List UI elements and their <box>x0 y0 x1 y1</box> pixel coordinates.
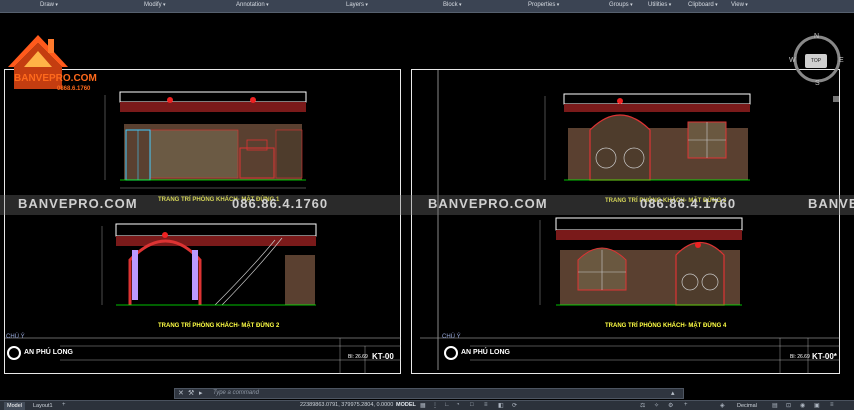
command-line[interactable]: ✕ ⚒ ▸ Type a command ▴ <box>174 388 684 399</box>
transparency-icon[interactable]: ◧ <box>498 402 504 409</box>
ribbon-panel-bar: Draw Modify Annotation Layers Block Prop… <box>0 0 854 24</box>
command-prompt-icon: ▸ <box>199 390 203 397</box>
hardware-accel-icon[interactable]: ◉ <box>800 402 805 409</box>
isolate-icon[interactable]: ◈ <box>720 402 725 409</box>
brand-name: BANVEPRO.COM <box>14 73 97 84</box>
company-logo-icon <box>7 346 21 360</box>
lock-icon[interactable]: ⊡ <box>786 402 791 409</box>
viewcube-menu-icon[interactable] <box>833 96 839 102</box>
selection-cycling-icon[interactable]: ⟳ <box>512 402 517 409</box>
sheet2-company: AN PHÚ LONG <box>461 349 510 356</box>
snap-icon[interactable]: ⋮ <box>432 402 438 409</box>
sheet1-company: AN PHÚ LONG <box>24 349 73 356</box>
viewcube-top[interactable]: TOP <box>805 54 827 68</box>
ribbon-draw[interactable]: Draw <box>40 2 58 8</box>
tab-layout1[interactable]: Layout1 <box>30 402 56 410</box>
compass-e[interactable]: E <box>839 57 844 64</box>
ribbon-view[interactable]: View <box>731 2 748 8</box>
coordinate-readout: 22389863.0791, 379975.2804, 0.0000 <box>300 402 394 408</box>
osnap-icon[interactable]: □ <box>470 402 474 408</box>
compass-n[interactable]: N <box>814 33 819 40</box>
wrench-icon[interactable]: ⚒ <box>188 389 194 397</box>
chevron-up-icon[interactable]: ▴ <box>671 389 675 397</box>
ribbon-modify[interactable]: Modify <box>144 2 166 8</box>
grid-icon[interactable]: ▦ <box>420 402 426 409</box>
ribbon-properties[interactable]: Properties <box>528 2 559 8</box>
model-space-button[interactable]: MODEL <box>396 402 416 408</box>
ribbon-layers[interactable]: Layers <box>346 2 368 8</box>
compass-s[interactable]: S <box>815 80 820 87</box>
compass-w[interactable]: W <box>789 57 796 64</box>
status-bar: Model Layout1 + 22389863.0791, 379975.28… <box>0 400 854 410</box>
clean-screen-icon[interactable]: ▣ <box>814 402 820 409</box>
elevation-drawings-sheet-2 <box>420 70 840 374</box>
annotation-scale-icon[interactable]: ⚖ <box>640 402 645 409</box>
sheet1-title-lower: TRANG TRÍ PHÒNG KHÁCH- MẶT ĐỨNG 2 <box>158 323 280 329</box>
watermark-phone-1: 086.86.4.1760 <box>232 196 329 211</box>
company-logo-icon <box>444 346 458 360</box>
close-icon[interactable]: ✕ <box>178 389 184 397</box>
units-dropdown[interactable]: Decimal <box>734 402 760 410</box>
tab-model[interactable]: Model <box>4 402 25 410</box>
workspace-gear-icon[interactable]: ⚙ <box>668 402 673 409</box>
sheet1-chu-y: CHÚ Ý <box>6 334 25 340</box>
watermark-phone-2: 086.86.4.1760 <box>640 196 737 211</box>
lineweight-icon[interactable]: ≡ <box>484 402 488 408</box>
plus-icon[interactable]: + <box>684 402 688 408</box>
annotation-visibility-icon[interactable]: ✧ <box>654 402 659 409</box>
ribbon-groups[interactable]: Groups <box>609 2 633 8</box>
sheet1-scale: Bl: 26.69 <box>348 354 368 360</box>
sheet2-code: KT-00* <box>812 352 837 361</box>
customize-menu-icon[interactable]: ≡ <box>830 402 834 408</box>
watermark-text-3: BANVE <box>808 196 854 211</box>
brand-phone: 0868.6.1760 <box>57 86 91 92</box>
quick-properties-icon[interactable]: ▤ <box>772 402 778 409</box>
ribbon-annotation[interactable]: Annotation <box>236 2 269 8</box>
ortho-icon[interactable]: ∟ <box>444 402 450 408</box>
watermark-text-1: BANVEPRO.COM <box>18 196 138 211</box>
command-input[interactable]: Type a command <box>213 390 259 396</box>
sheet1-code: KT-00 <box>372 352 394 361</box>
ribbon-utilities[interactable]: Utilities <box>648 2 671 8</box>
polar-icon[interactable]: ◔ <box>456 402 460 408</box>
watermark-text-2: BANVEPRO.COM <box>428 196 548 211</box>
add-layout-icon[interactable]: + <box>62 402 66 408</box>
sheet2-chu-y: CHÚ Ý <box>442 334 461 340</box>
sheet2-scale: Bl: 26.69 <box>790 354 810 360</box>
sheet2-title-lower: TRANG TRÍ PHÒNG KHÁCH- MẶT ĐỨNG 4 <box>605 323 727 329</box>
ribbon-clipboard[interactable]: Clipboard <box>688 2 718 8</box>
elevation-drawings-sheet-1 <box>4 91 401 374</box>
ribbon-block[interactable]: Block <box>443 2 462 8</box>
